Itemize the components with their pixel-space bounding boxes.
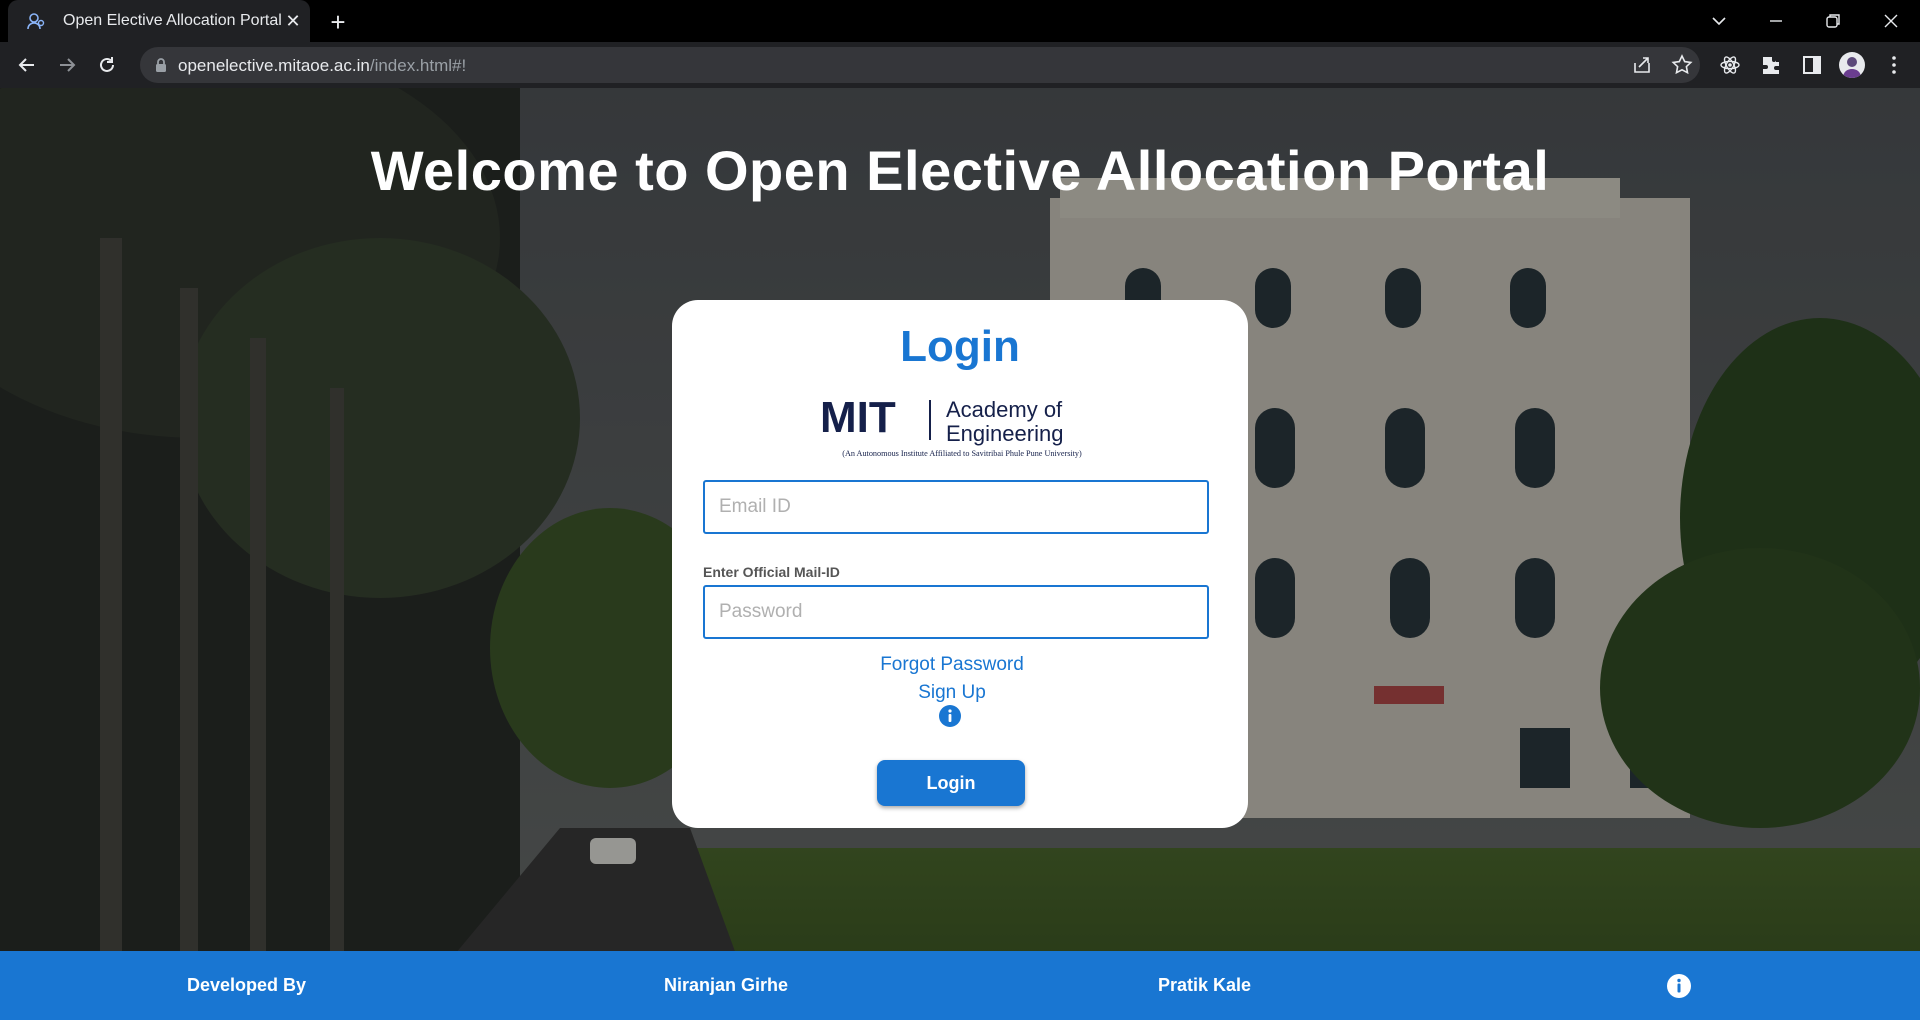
footer-developed-by: Developed By [187, 975, 307, 995]
page-viewport: Welcome to Open Elective Allocation Port… [0, 88, 1920, 1020]
mit-aoe-logo: MIT Academy of Engineering (An Autonomou… [820, 393, 1082, 458]
login-button[interactable]: Login [877, 760, 1025, 806]
sign-up-link[interactable]: Sign Up [672, 682, 1232, 704]
extensions-icon[interactable] [1759, 53, 1783, 77]
menu-icon[interactable] [1882, 53, 1906, 77]
star-icon[interactable] [1670, 53, 1694, 77]
logo-tagline: (An Autonomous Institute Affiliated to S… [842, 449, 1082, 458]
footer-developer-2: Pratik Kale [1158, 975, 1252, 995]
address-bar[interactable]: openelective.mitaoe.ac.in/index.html#! [140, 47, 1700, 83]
forward-icon[interactable] [52, 50, 82, 80]
footer-developer-1: Niranjan Girhe [664, 975, 789, 995]
side-panel-icon[interactable] [1800, 53, 1824, 77]
browser-tab[interactable]: Open Elective Allocation Portal ✕ [8, 0, 310, 42]
plus-icon[interactable]: + [324, 8, 352, 36]
page-title: Welcome to Open Elective Allocation Port… [370, 139, 1550, 202]
footer: Developed By Niranjan Girhe Pratik Kale [0, 951, 1920, 1020]
reload-icon[interactable] [92, 50, 122, 80]
lock-icon[interactable] [154, 57, 168, 73]
tab-title: Open Elective Allocation Portal [63, 12, 282, 29]
window-close-icon[interactable] [1876, 6, 1906, 36]
login-card: Login MIT Academy of Engineering (An Aut… [672, 300, 1248, 828]
forgot-password-link[interactable]: Forgot Password [672, 654, 1232, 676]
restore-icon[interactable] [1818, 6, 1848, 36]
password-field[interactable] [703, 585, 1209, 639]
info-icon[interactable] [938, 704, 962, 728]
email-hint: Enter Official Mail-ID [703, 564, 840, 580]
react-devtools-icon[interactable] [1718, 53, 1742, 77]
logo-line1: Academy of [946, 397, 1063, 422]
browser-tab-strip: Open Elective Allocation Portal ✕ + [0, 0, 1920, 42]
info-icon[interactable] [1666, 973, 1692, 999]
back-icon[interactable] [12, 50, 42, 80]
share-icon[interactable] [1630, 53, 1654, 77]
tab-favicon-icon [27, 13, 45, 30]
logo-brand: MIT [820, 393, 896, 442]
logo-line2: Engineering [946, 421, 1063, 446]
login-title: Login [900, 322, 1020, 371]
chevron-down-icon[interactable] [1704, 6, 1734, 36]
email-field[interactable] [703, 480, 1209, 534]
close-icon[interactable]: ✕ [282, 10, 304, 32]
avatar[interactable] [1839, 52, 1865, 78]
minimize-icon[interactable] [1761, 6, 1791, 36]
browser-toolbar: openelective.mitaoe.ac.in/index.html#! [0, 42, 1920, 88]
url-text: openelective.mitaoe.ac.in/index.html#! [178, 56, 467, 75]
